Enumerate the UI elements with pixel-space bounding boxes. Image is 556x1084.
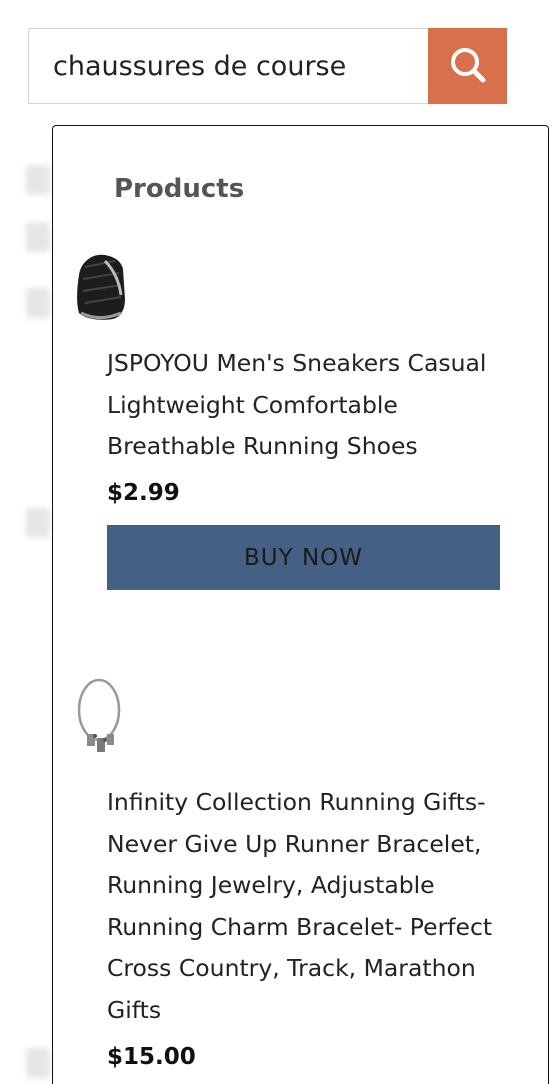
background-text-fragment bbox=[26, 508, 50, 538]
buy-now-button[interactable]: BUY NOW bbox=[107, 525, 500, 590]
background-text-fragment bbox=[26, 222, 50, 252]
search-button[interactable] bbox=[428, 28, 507, 104]
search-bar bbox=[28, 28, 507, 104]
product-price: $2.99 bbox=[107, 480, 180, 506]
product-price: $15.00 bbox=[107, 1044, 196, 1070]
background-text-fragment bbox=[26, 288, 50, 318]
background-text-fragment bbox=[26, 165, 50, 195]
product-title[interactable]: Infinity Collection Running Gifts- Never… bbox=[107, 782, 527, 1031]
search-icon bbox=[448, 45, 488, 88]
section-title-products: Products bbox=[114, 174, 245, 204]
search-input[interactable] bbox=[28, 28, 428, 104]
background-text-fragment bbox=[26, 1048, 50, 1078]
bracelet-thumbnail[interactable] bbox=[75, 676, 127, 758]
product-title[interactable]: JSPOYOU Men's Sneakers Casual Lightweigh… bbox=[107, 343, 527, 468]
sneaker-thumbnail[interactable] bbox=[75, 239, 127, 321]
page: Products JSPOYOU Men's Sneakers Casual L… bbox=[0, 0, 556, 1084]
search-suggestions-dropdown: Products JSPOYOU Men's Sneakers Casual L… bbox=[52, 125, 549, 1084]
